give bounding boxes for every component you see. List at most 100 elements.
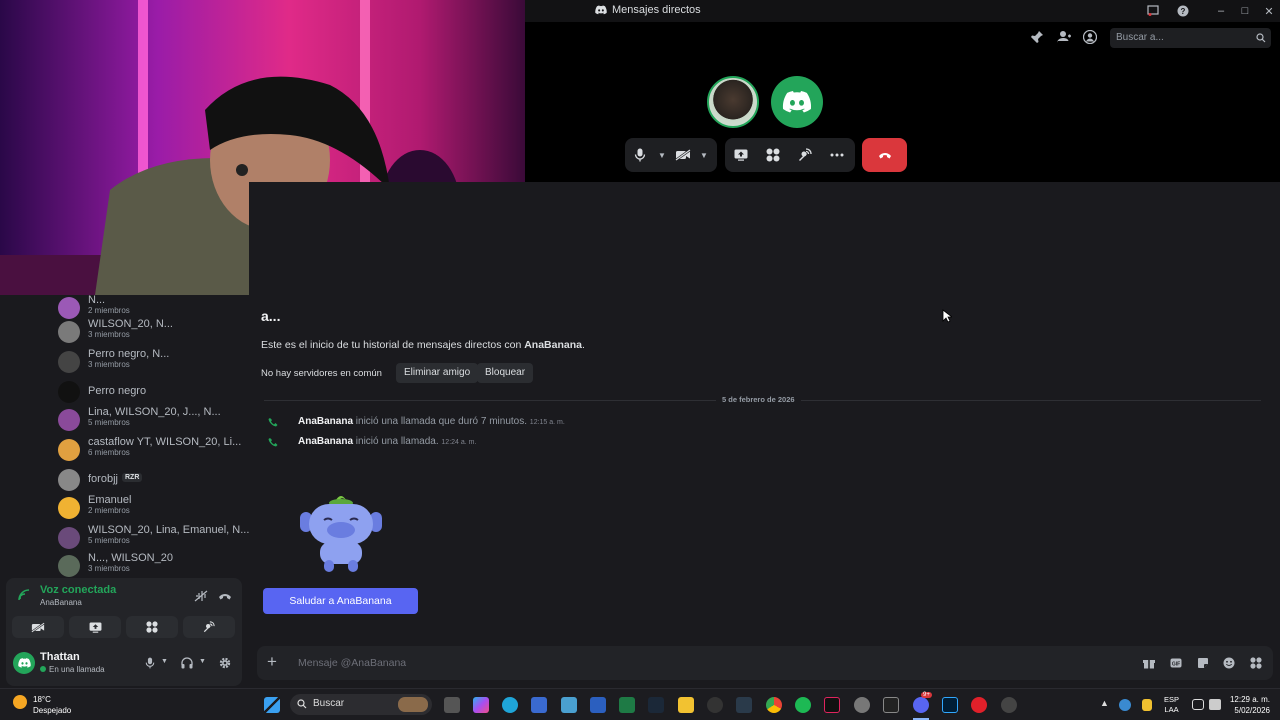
user-avatar[interactable]: [13, 652, 35, 674]
screen-share-button[interactable]: [69, 616, 121, 638]
volume-icon[interactable]: [1209, 699, 1221, 710]
photos-icon[interactable]: [561, 697, 577, 713]
participant-avatar-anabanana[interactable]: [707, 76, 759, 128]
weather-icon[interactable]: [13, 695, 27, 709]
more-options-button[interactable]: [821, 138, 853, 172]
dm-list-item[interactable]: forobjj RZR: [58, 467, 240, 495]
hang-up-button[interactable]: [862, 138, 907, 172]
activities-button[interactable]: [126, 616, 178, 638]
store-icon[interactable]: [531, 697, 547, 713]
dm-list-item[interactable]: castaflow YT, WILSON_20, Li... 6 miembros: [58, 436, 242, 465]
chevron-down-icon[interactable]: ▼: [161, 658, 168, 665]
file-explorer-icon[interactable]: [678, 697, 694, 713]
mouse-cursor-icon: [942, 309, 952, 323]
steam-icon[interactable]: [648, 697, 664, 713]
no-mutual-servers[interactable]: No hay servidores en común: [261, 368, 382, 379]
sticker-icon[interactable]: [1197, 657, 1209, 669]
emoji-icon[interactable]: [1223, 657, 1235, 669]
dm-name: castaflow YT, WILSON_20, Li...: [88, 436, 242, 448]
user-profile-icon[interactable]: [1083, 30, 1099, 46]
spotify-icon[interactable]: [795, 697, 811, 713]
edge-icon[interactable]: [502, 697, 518, 713]
attach-plus-icon[interactable]: +: [267, 652, 277, 672]
camera-toggle-button[interactable]: [12, 616, 64, 638]
block-button[interactable]: Bloquear: [477, 363, 534, 383]
task-view-icon[interactable]: [444, 697, 460, 713]
soundboard-button[interactable]: [183, 616, 235, 638]
screen-share-button[interactable]: [725, 138, 757, 172]
wave-button[interactable]: Saludar a AnaBanana: [263, 588, 418, 614]
close-button[interactable]: ✕: [1261, 3, 1277, 19]
discord-app-icon[interactable]: [913, 697, 929, 713]
dm-avatar: [58, 351, 80, 373]
epic-games-icon[interactable]: [883, 697, 899, 713]
gif-icon[interactable]: GIF: [1170, 657, 1182, 669]
window-title: Mensajes directos: [595, 4, 701, 16]
settings-gear-icon[interactable]: [219, 657, 231, 669]
camera-button[interactable]: [669, 138, 697, 172]
chevron-down-icon[interactable]: ▼: [655, 151, 669, 160]
weather-widget[interactable]: 18°C Despejado: [33, 694, 71, 716]
dm-list-item[interactable]: Emanuel 2 miembros: [58, 494, 240, 523]
chrome-icon[interactable]: [766, 697, 782, 713]
copilot-icon[interactable]: [473, 697, 489, 713]
clock[interactable]: 12:29 a. m. 5/02/2026: [1226, 694, 1270, 716]
voice-status[interactable]: Voz conectada: [40, 584, 116, 596]
excel-icon[interactable]: [619, 697, 635, 713]
inbox-icon[interactable]: [1145, 3, 1161, 19]
dm-list-item[interactable]: Perro negro: [58, 379, 240, 407]
windows-start-icon[interactable]: [264, 697, 280, 713]
app-icon[interactable]: [736, 697, 752, 713]
dm-avatar: [58, 321, 80, 343]
noise-suppression-icon[interactable]: [194, 590, 208, 602]
minimize-button[interactable]: –: [1213, 3, 1229, 19]
gift-icon[interactable]: [1143, 657, 1155, 669]
pin-icon[interactable]: [1030, 30, 1046, 46]
display-icon[interactable]: [1192, 699, 1204, 710]
online-status-icon: [40, 666, 46, 672]
dm-name: WILSON_20, Lina, Emanuel, N...: [88, 524, 250, 536]
screen-share-icon: [734, 149, 748, 161]
search-input[interactable]: Buscar a...: [1110, 28, 1271, 48]
language-indicator[interactable]: ESP LAA: [1164, 695, 1179, 715]
app-icon[interactable]: [707, 697, 723, 713]
call-phone-icon: [268, 438, 278, 447]
search-icon: [1256, 33, 1266, 43]
settings-app-icon[interactable]: [854, 697, 870, 713]
tiktok-icon[interactable]: [824, 697, 840, 713]
chevron-down-icon[interactable]: ▼: [199, 658, 206, 665]
dm-list-item[interactable]: Lina, WILSON_20, J..., N... 5 miembros: [58, 406, 240, 435]
remove-friend-button[interactable]: Eliminar amigo: [396, 363, 479, 383]
taskbar-search[interactable]: Buscar: [290, 694, 432, 715]
apps-icon[interactable]: [1250, 657, 1262, 669]
date-divider: 5 de febrero de 2026: [716, 395, 801, 404]
dm-list-item[interactable]: WILSON_20, Lina, Emanuel, N... 5 miembros: [58, 524, 249, 553]
activities-button[interactable]: [757, 138, 789, 172]
microphone-icon[interactable]: [145, 657, 155, 669]
photoshop-icon[interactable]: [942, 697, 958, 713]
message-input[interactable]: Mensaje @AnaBanana: [298, 657, 406, 669]
chevron-down-icon[interactable]: ▼: [697, 151, 711, 160]
participant-avatar-thattan[interactable]: [771, 76, 823, 128]
dm-list-item[interactable]: WILSON_20, N... 3 miembros: [58, 318, 240, 347]
media-player-icon[interactable]: [1001, 697, 1017, 713]
soundboard-button[interactable]: [789, 138, 821, 172]
dm-list-item[interactable]: N..., WILSON_20 3 miembros: [58, 552, 240, 581]
onedrive-icon[interactable]: [1119, 699, 1131, 711]
mic-tray-icon[interactable]: [1142, 699, 1152, 711]
app-icon[interactable]: [971, 697, 987, 713]
dm-avatar: [58, 527, 80, 549]
dm-list-item[interactable]: Perro negro, N... 3 miembros: [58, 348, 240, 377]
headphones-icon[interactable]: [181, 657, 193, 669]
activities-icon: [766, 148, 780, 162]
microphone-button[interactable]: [625, 138, 655, 172]
dm-name: N..., WILSON_20: [88, 552, 173, 564]
add-member-icon[interactable]: [1057, 30, 1073, 46]
maximize-button[interactable]: □: [1237, 3, 1253, 19]
tray-chevron-icon[interactable]: ▲: [1100, 698, 1109, 708]
word-icon[interactable]: [590, 697, 606, 713]
disconnect-icon[interactable]: [218, 592, 232, 600]
user-status: En una llamada: [40, 665, 105, 674]
dm-avatar: [58, 409, 80, 431]
help-icon[interactable]: ?: [1175, 3, 1191, 19]
